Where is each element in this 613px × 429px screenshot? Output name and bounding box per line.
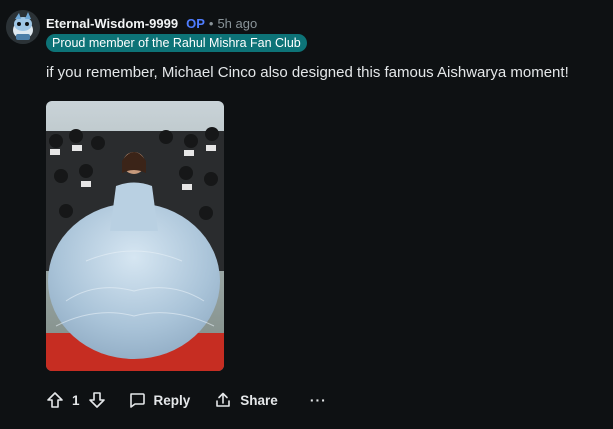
op-badge: OP xyxy=(186,15,205,31)
separator-dot: • xyxy=(208,15,214,31)
comment-actions: 1 Reply Share ··· xyxy=(46,388,327,412)
author-username[interactable]: Eternal-Wisdom-9999 xyxy=(46,16,178,31)
snoo-avatar-icon xyxy=(6,10,40,44)
red-carpet-ballgown-photo xyxy=(46,101,224,371)
comment-image[interactable] xyxy=(46,101,224,371)
user-avatar[interactable] xyxy=(6,10,40,44)
reply-label: Reply xyxy=(153,392,191,408)
more-options-button[interactable]: ··· xyxy=(310,392,327,408)
share-icon xyxy=(214,391,232,409)
share-label: Share xyxy=(240,392,278,408)
share-button[interactable]: Share xyxy=(214,391,278,409)
reply-button[interactable]: Reply xyxy=(128,391,191,409)
upvote-arrow-icon[interactable] xyxy=(46,391,64,409)
comment-header: Eternal-Wisdom-9999 OP • 5h ago xyxy=(46,14,257,32)
comment-timestamp[interactable]: 5h ago xyxy=(217,16,257,31)
downvote-arrow-icon[interactable] xyxy=(88,391,106,409)
user-flair: Proud member of the Rahul Mishra Fan Clu… xyxy=(46,34,307,52)
comment-bubble-icon xyxy=(128,391,146,409)
vote-count: 1 xyxy=(72,392,80,408)
comment-body: if you remember, Michael Cinco also desi… xyxy=(46,64,569,81)
